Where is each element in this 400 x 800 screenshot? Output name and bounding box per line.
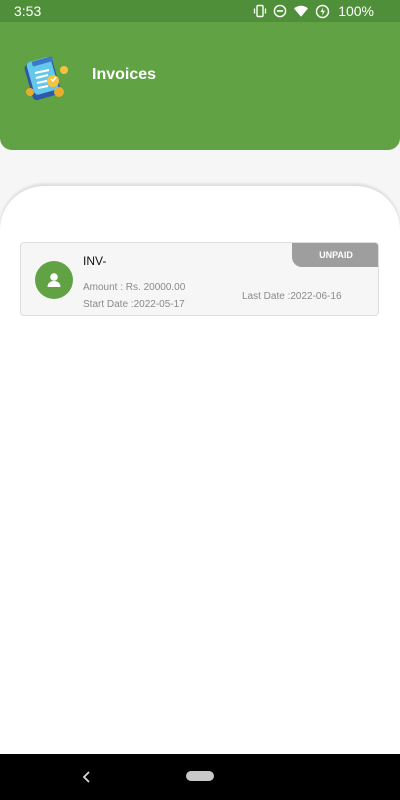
invoice-card[interactable]: INV- Amount : Rs. 20000.00 Start Date :2…: [20, 242, 379, 316]
battery-percentage: 100%: [338, 3, 374, 19]
do-not-disturb-icon: [273, 4, 287, 18]
status-time: 3:53: [14, 3, 42, 19]
avatar: [35, 261, 73, 299]
page-title: Invoices: [92, 66, 157, 83]
status-bar: 3:53 100%: [0, 0, 400, 22]
back-chevron-icon[interactable]: [78, 768, 96, 786]
invoice-number: INV-: [83, 254, 107, 268]
user-icon: [47, 273, 61, 287]
invoice-logo-icon: [24, 56, 68, 101]
invoice-start-date: Start Date :2022-05-17: [83, 299, 185, 310]
status-icons: 100%: [253, 2, 374, 20]
vibrate-icon: [254, 4, 267, 18]
invoice-last-date: Last Date :2022-06-16: [242, 291, 342, 302]
system-nav-bar: [0, 754, 400, 800]
invoice-amount: Amount : Rs. 20000.00: [83, 282, 186, 293]
app-header: Invoices: [0, 22, 400, 150]
battery-saver-icon: [315, 4, 330, 18]
home-pill-icon[interactable]: [186, 771, 214, 781]
wifi-icon: [294, 5, 309, 17]
status-badge: UNPAID: [292, 243, 378, 267]
